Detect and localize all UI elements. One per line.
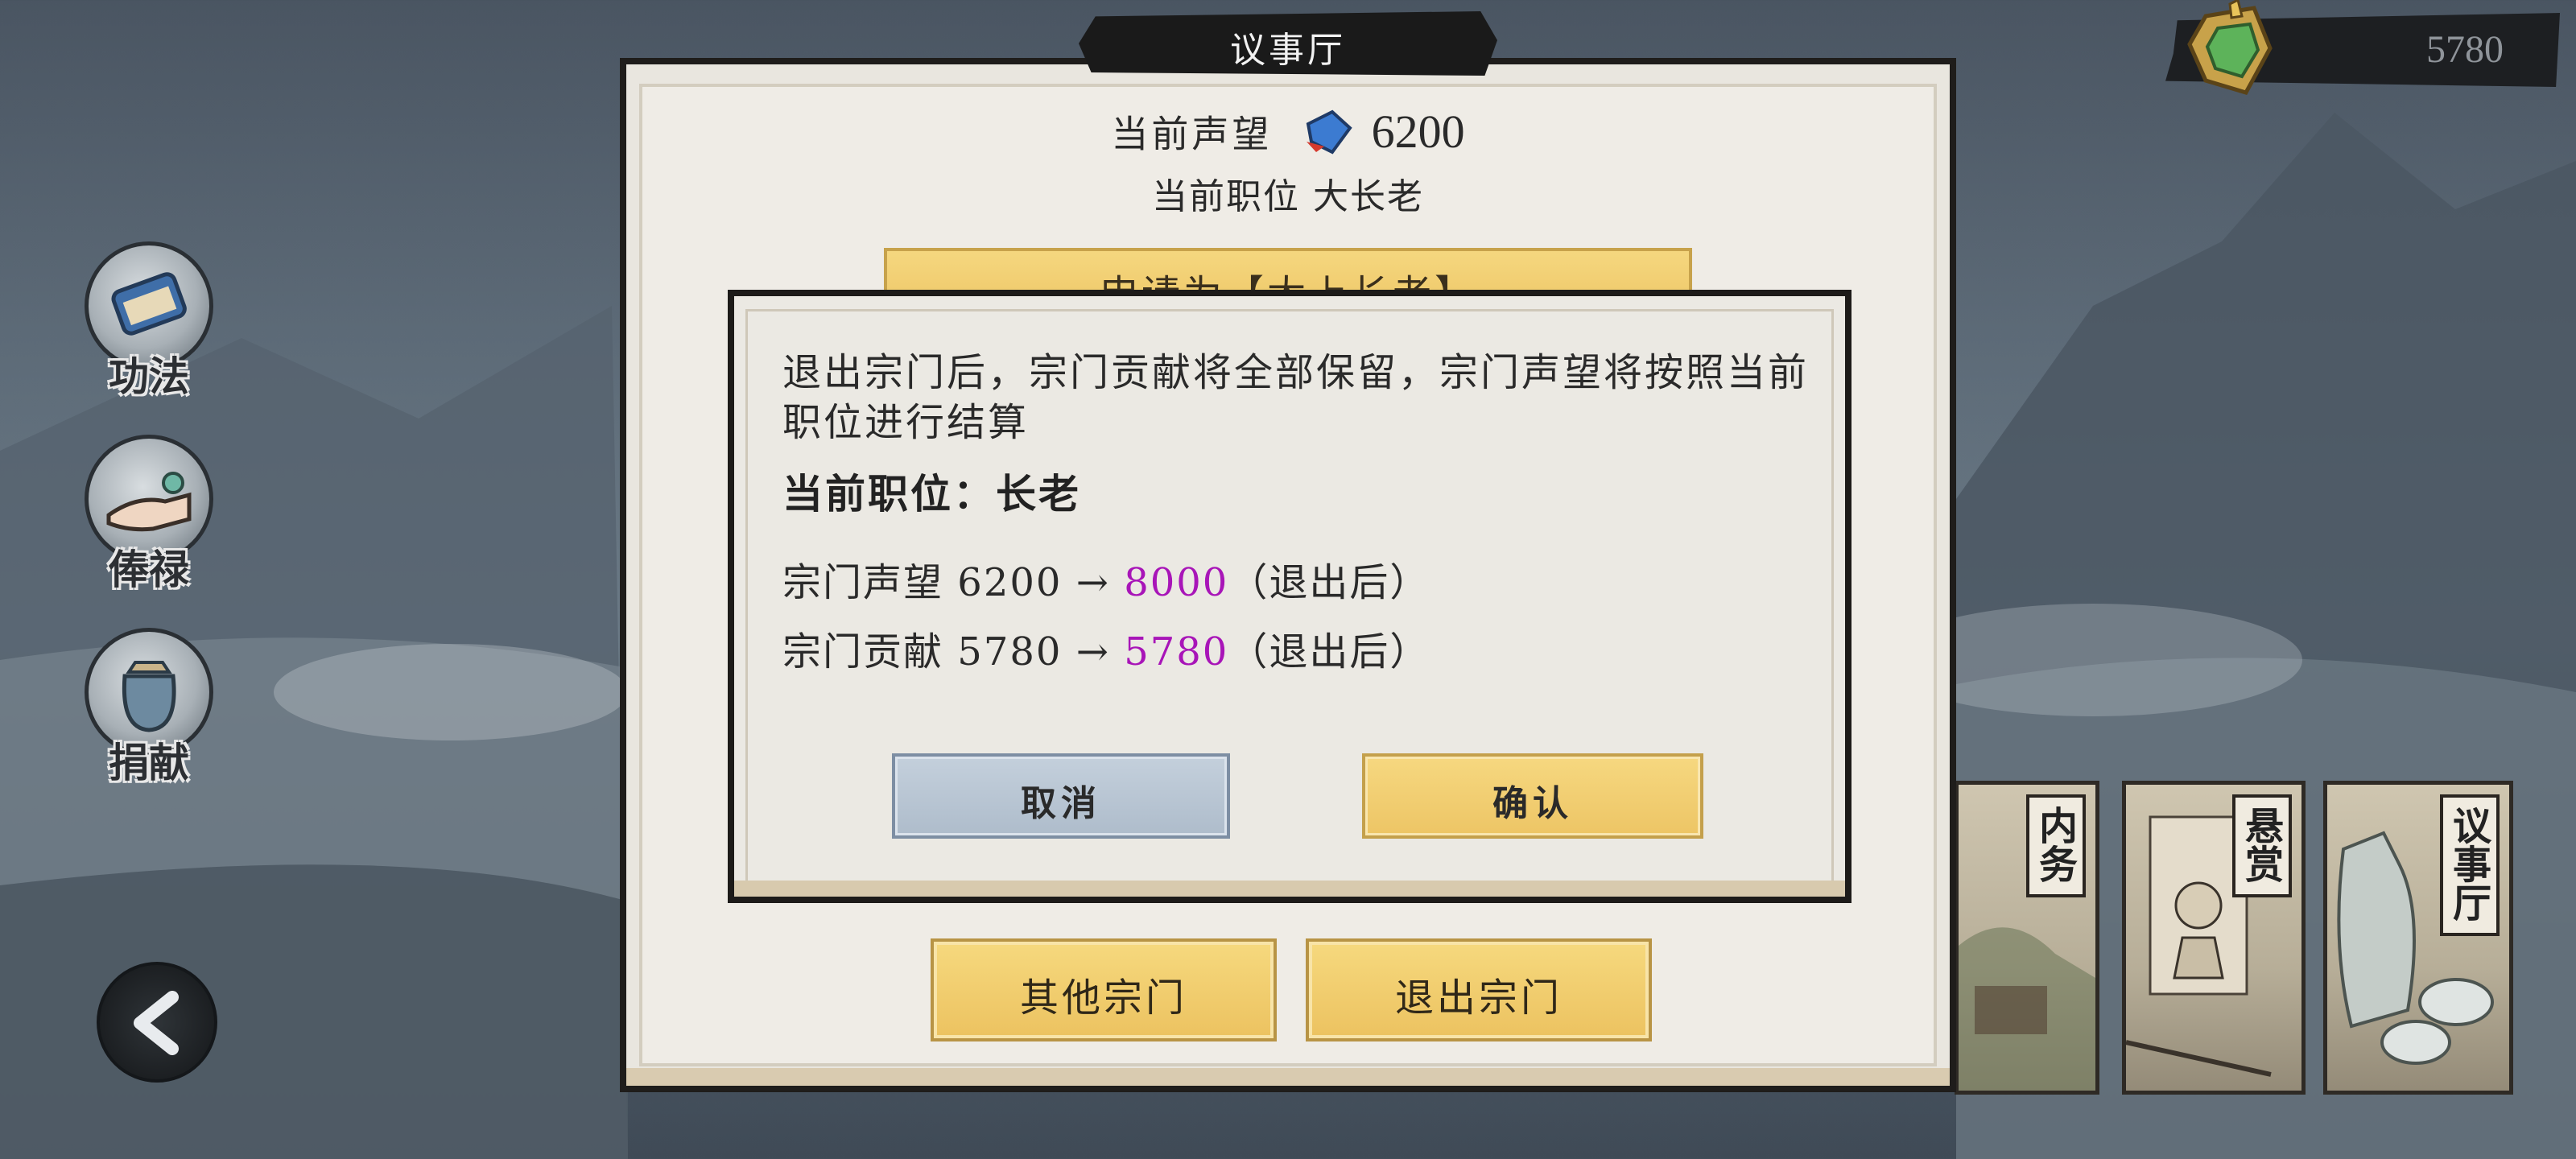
contribution-emblem-icon: [2174, 0, 2286, 105]
contribution-change-line: 宗门贡献 5780 → 5780（退出后）: [782, 620, 1430, 676]
reputation-gem-icon: [1300, 108, 1356, 156]
card-label: 议事厅: [2440, 794, 2500, 936]
title-banner: 议事厅: [1079, 11, 1497, 76]
dialog-message: 退出宗门后，宗门贡献将全部保留，宗门声望将按照当前职位进行结算: [782, 350, 1810, 445]
contribution-change-suffix: （退出后）: [1228, 629, 1430, 674]
contribution-change-arrow: →: [1075, 629, 1110, 674]
reputation-change-line: 宗门声望 6200 → 8000（退出后）: [782, 551, 1430, 607]
dialog-bottom-strip: [734, 881, 1845, 897]
cancel-button[interactable]: 取消: [892, 753, 1230, 839]
reputation-change-suffix: （退出后）: [1228, 560, 1430, 605]
card-bounty[interactable]: 悬赏: [2122, 781, 2306, 1095]
confirm-button[interactable]: 确认: [1362, 753, 1703, 839]
reputation-change-from: 6200: [957, 560, 1063, 605]
salary-label: 俸禄: [109, 547, 189, 593]
contribution-change-label: 宗门贡献: [782, 629, 944, 674]
contribution-change-to: 5780: [1124, 629, 1229, 674]
donate-button[interactable]: 捐献: [80, 628, 217, 789]
card-council-hall[interactable]: 议事厅: [2323, 781, 2513, 1095]
panel-bottom-strip: [626, 1068, 1950, 1086]
reputation-change-to: 8000: [1124, 560, 1229, 605]
reputation-row: 当前声望 6200: [620, 105, 1956, 159]
donate-label: 捐献: [109, 740, 189, 786]
leave-sect-button[interactable]: 退出宗门: [1306, 938, 1652, 1041]
contribution-change-from: 5780: [957, 629, 1063, 674]
salary-button[interactable]: 俸禄: [80, 435, 217, 596]
reputation-change-arrow: →: [1075, 560, 1110, 605]
card-label: 内务: [2026, 794, 2086, 897]
back-arrow-icon: [134, 991, 179, 1055]
leave-sect-dialog: 退出宗门后，宗门贡献将全部保留，宗门声望将按照当前职位进行结算 当前职位：长老 …: [728, 290, 1852, 903]
reputation-change-label: 宗门声望: [782, 560, 944, 605]
other-sects-button[interactable]: 其他宗门: [931, 938, 1277, 1041]
page-title: 议事厅: [1230, 30, 1346, 71]
current-position: 当前职位 大长老: [1152, 176, 1424, 217]
currency-value: 5780: [2426, 28, 2504, 71]
reputation-value: 6200: [1371, 105, 1465, 158]
back-button[interactable]: [97, 962, 217, 1083]
dialog-current-position: 当前职位：长老: [782, 470, 1081, 518]
card-label: 悬赏: [2232, 794, 2292, 897]
card-internal-affairs[interactable]: 内务: [1955, 781, 2099, 1095]
skills-button[interactable]: 功法: [80, 241, 217, 402]
reputation-label: 当前声望: [1111, 112, 1273, 156]
skills-label: 功法: [109, 353, 189, 400]
